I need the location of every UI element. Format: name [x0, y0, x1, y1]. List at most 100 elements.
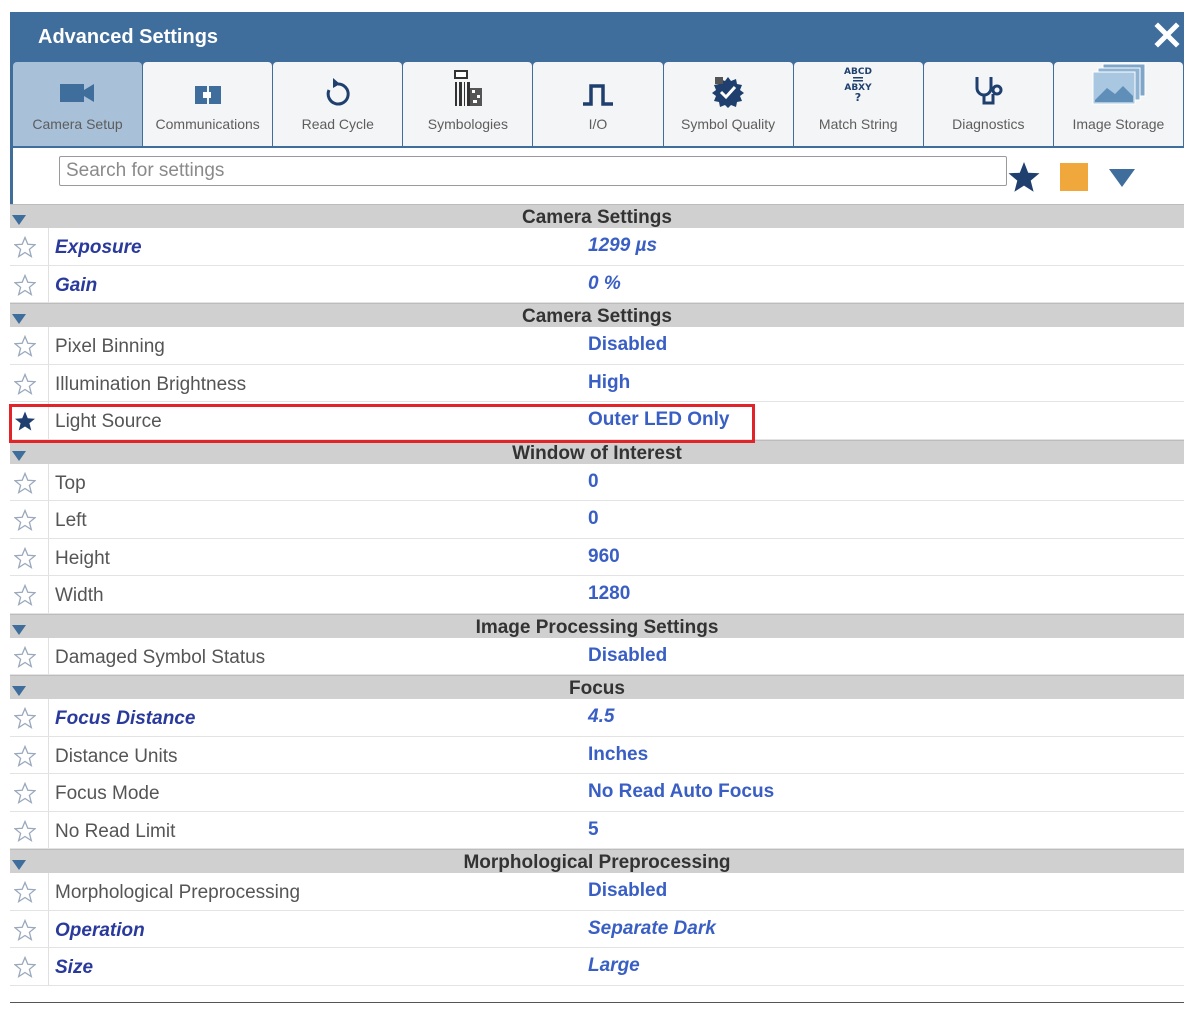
search-row	[10, 148, 1184, 204]
column-divider	[48, 327, 49, 364]
barcode-icon	[452, 62, 484, 112]
setting-value[interactable]: 5	[588, 819, 599, 841]
section-header[interactable]: Window of Interest	[10, 439, 1184, 464]
modified-filter-square-icon[interactable]	[1060, 163, 1088, 191]
setting-value[interactable]: Disabled	[588, 334, 667, 356]
favorite-star-icon[interactable]	[13, 235, 37, 258]
tab-i-o[interactable]: I/O	[533, 62, 663, 146]
setting-row[interactable]: Left 0	[10, 501, 1184, 539]
column-divider	[48, 910, 49, 947]
setting-value[interactable]: Large	[588, 955, 640, 977]
close-icon[interactable]	[1152, 20, 1182, 50]
tab-diagnostics[interactable]: Diagnostics	[923, 62, 1053, 146]
setting-value[interactable]: 960	[588, 546, 620, 568]
tab-match-string[interactable]: ABCD ABXY? Match String	[793, 62, 923, 146]
section-header[interactable]: Camera Settings	[10, 204, 1184, 228]
tab-communications[interactable]: Communications	[143, 62, 273, 146]
tab-camera-setup[interactable]: Camera Setup	[13, 62, 143, 146]
tab-label: Image Storage	[1072, 116, 1165, 132]
svg-text:?: ?	[855, 91, 861, 104]
setting-row[interactable]: Focus Mode No Read Auto Focus	[10, 774, 1184, 812]
setting-row[interactable]: Exposure 1299 µs	[10, 228, 1184, 266]
favorite-star-icon[interactable]	[13, 819, 37, 842]
column-divider	[48, 873, 49, 910]
setting-value[interactable]: No Read Auto Focus	[588, 781, 774, 803]
search-input[interactable]	[59, 156, 1007, 186]
image-stack-icon	[1089, 62, 1147, 112]
setting-value[interactable]: 1280	[588, 583, 630, 605]
section-title: Morphological Preprocessing	[463, 852, 731, 873]
favorite-star-icon[interactable]	[13, 273, 37, 296]
favorite-star-icon[interactable]	[13, 583, 37, 606]
setting-name: No Read Limit	[55, 820, 176, 842]
tab-image-storage[interactable]: Image Storage	[1053, 62, 1183, 146]
favorite-star-icon[interactable]	[13, 645, 37, 668]
favorite-star-icon[interactable]	[13, 918, 37, 941]
setting-row[interactable]: Pixel Binning Disabled	[10, 327, 1184, 365]
favorite-star-icon[interactable]	[13, 706, 37, 729]
setting-value[interactable]: 0 %	[588, 273, 621, 295]
setting-name: Exposure	[55, 237, 142, 258]
section-header[interactable]: Camera Settings	[10, 303, 1184, 327]
setting-row[interactable]: Height 960	[10, 538, 1184, 576]
section-header[interactable]: Focus	[10, 675, 1184, 699]
setting-name: Pixel Binning	[55, 336, 165, 357]
setting-row[interactable]: Operation Separate Dark	[10, 910, 1184, 948]
favorite-star-icon[interactable]	[13, 372, 37, 395]
setting-value[interactable]: Inches	[588, 744, 648, 766]
tab-symbologies[interactable]: Symbologies	[403, 62, 533, 146]
setting-name: Focus Mode	[55, 783, 160, 804]
setting-value[interactable]: 0	[588, 471, 599, 493]
favorite-star-icon[interactable]	[13, 880, 37, 903]
bottom-edge	[10, 1002, 1184, 1003]
pulse-icon	[581, 62, 615, 112]
setting-name: Distance Units	[55, 745, 178, 767]
favorite-star-icon[interactable]	[13, 781, 37, 804]
advanced-settings-window: Advanced Settings Camera Setup Communicat…	[0, 0, 1184, 1014]
setting-row[interactable]: Distance Units Inches	[10, 736, 1184, 774]
setting-row[interactable]: No Read Limit 5	[10, 811, 1184, 849]
quality-badge-icon	[711, 62, 745, 112]
favorite-star-filled-icon[interactable]	[14, 410, 36, 432]
camera-icon	[58, 62, 98, 112]
tab-symbol-quality[interactable]: Symbol Quality	[663, 62, 793, 146]
setting-value[interactable]: High	[588, 372, 630, 394]
setting-row[interactable]: Size Large	[10, 948, 1184, 986]
setting-row[interactable]: Gain 0 %	[10, 265, 1184, 303]
column-divider	[48, 538, 49, 575]
favorite-star-icon[interactable]	[13, 471, 37, 494]
setting-row[interactable]: Illumination Brightness High	[10, 364, 1184, 402]
setting-row[interactable]: Morphological Preprocessing Disabled	[10, 873, 1184, 911]
setting-row[interactable]: Damaged Symbol Status Disabled	[10, 637, 1184, 675]
setting-name: Top	[55, 472, 86, 494]
setting-row[interactable]: Width 1280	[10, 576, 1184, 614]
setting-row[interactable]: Light Source Outer LED Only	[10, 402, 1184, 440]
window-title: Advanced Settings	[38, 26, 219, 48]
setting-value[interactable]: Outer LED Only	[588, 409, 729, 431]
favorite-star-icon[interactable]	[13, 955, 37, 978]
favorite-star-icon[interactable]	[13, 546, 37, 569]
tab-label: Diagnostics	[952, 116, 1025, 132]
favorite-star-icon[interactable]	[13, 334, 37, 357]
section-header[interactable]: Image Processing Settings	[10, 613, 1184, 638]
setting-value[interactable]: Disabled	[588, 645, 667, 667]
favorite-star-icon[interactable]	[13, 508, 37, 531]
stethoscope-icon	[971, 62, 1005, 112]
section-title: Focus	[569, 678, 625, 699]
setting-value[interactable]: 4.5	[588, 706, 614, 728]
tab-read-cycle[interactable]: Read Cycle	[273, 62, 403, 146]
section-header[interactable]: Morphological Preprocessing	[10, 849, 1184, 873]
setting-row[interactable]: Focus Distance 4.5	[10, 699, 1184, 737]
column-divider	[48, 364, 49, 401]
column-divider	[48, 576, 49, 613]
setting-value[interactable]: 1299 µs	[588, 235, 657, 257]
setting-row[interactable]: Top 0	[10, 463, 1184, 501]
setting-value[interactable]: Separate Dark	[588, 918, 716, 940]
section-title: Image Processing Settings	[475, 616, 719, 638]
collapse-all-triangle-icon[interactable]	[1107, 166, 1137, 190]
favorites-filter-star-icon[interactable]	[1007, 160, 1041, 194]
column-divider	[48, 774, 49, 811]
favorite-star-icon[interactable]	[13, 744, 37, 767]
setting-value[interactable]: Disabled	[588, 880, 667, 902]
setting-value[interactable]: 0	[588, 508, 599, 530]
